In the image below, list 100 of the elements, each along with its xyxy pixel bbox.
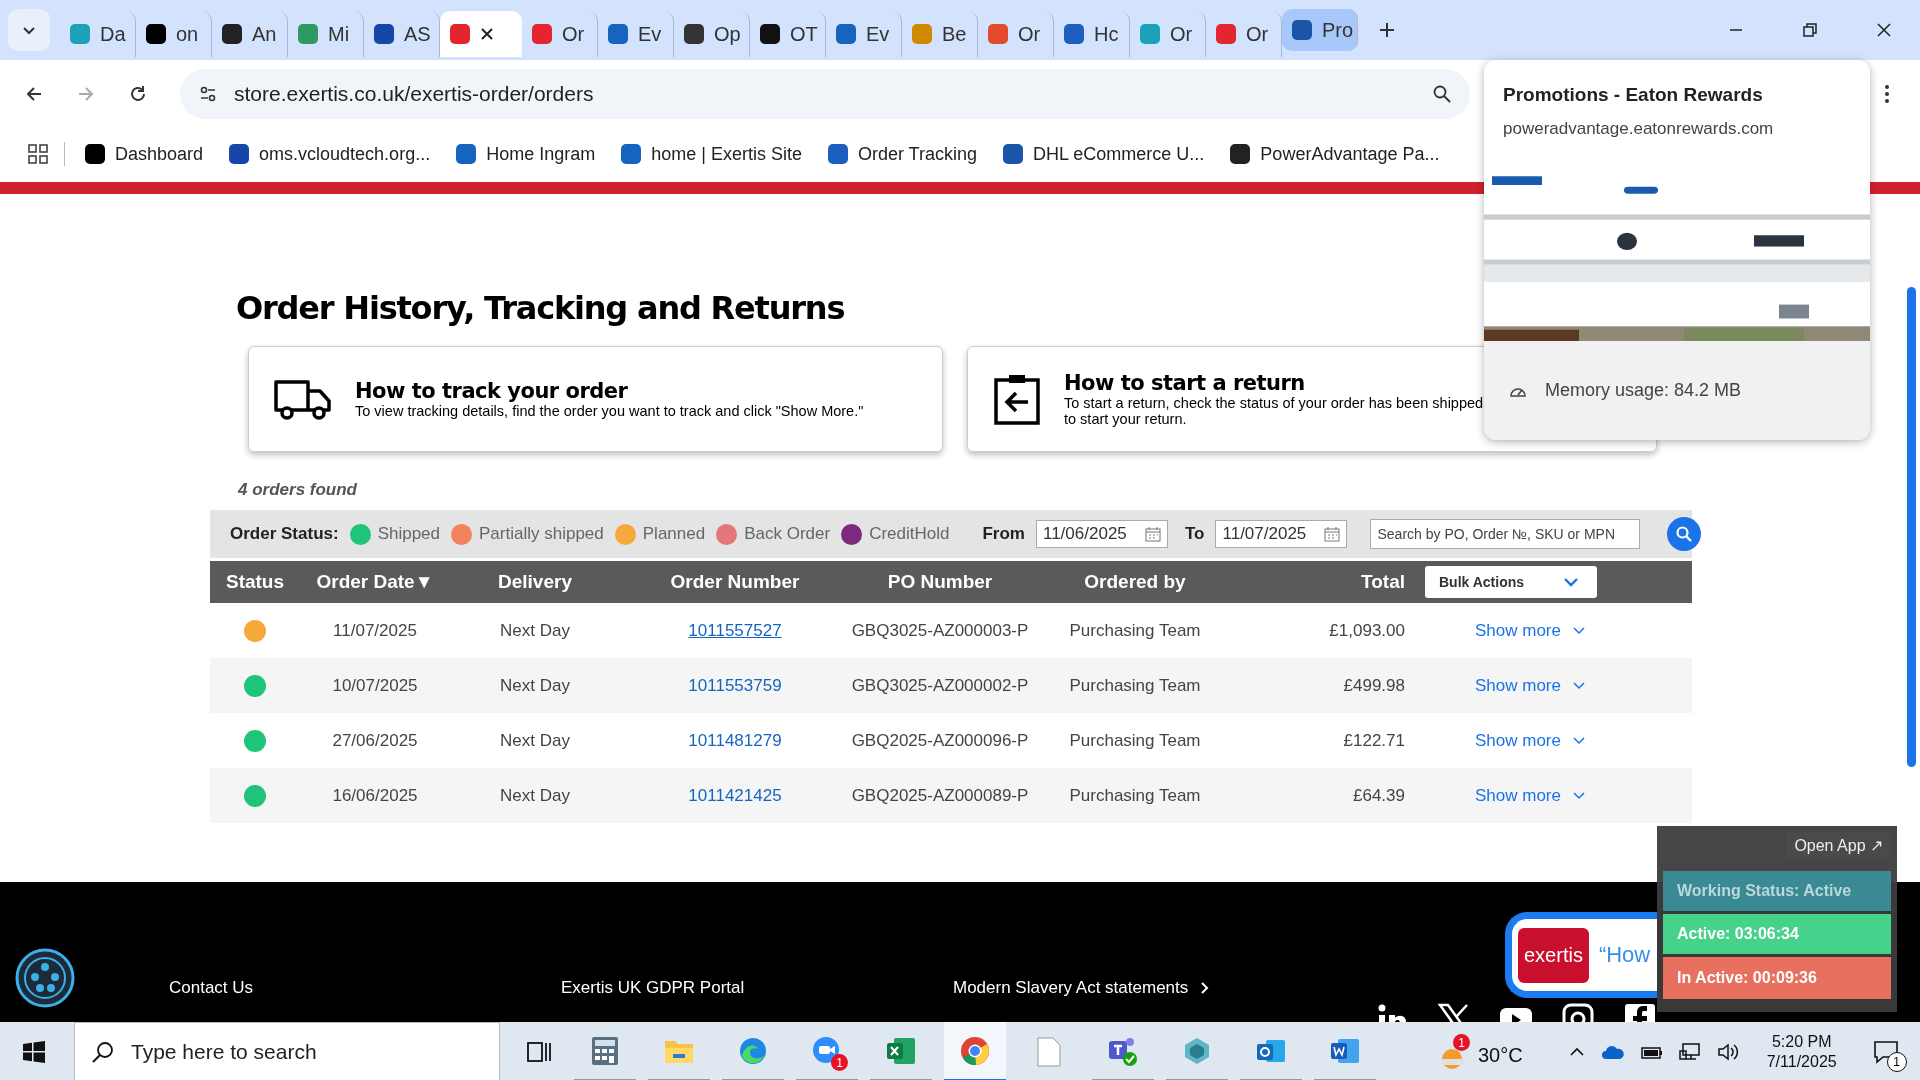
browser-tab[interactable]: Da <box>60 11 136 57</box>
status-label: Order Status: <box>230 524 339 544</box>
favicon-icon <box>146 24 166 44</box>
spreadsheet-icon[interactable] <box>886 1035 916 1066</box>
legend-label: Shipped <box>377 524 441 544</box>
browser-tab[interactable]: OT <box>750 11 826 57</box>
new-tab-icon[interactable] <box>1378 21 1396 39</box>
working-status: Working Status: Active <box>1663 871 1891 911</box>
table-cell: 27/06/2025 <box>332 730 418 751</box>
address-bar[interactable]: store.exertis.co.uk/exertis-order/orders <box>180 69 1470 119</box>
browser-tab[interactable]: Pro <box>1282 9 1358 51</box>
column-header[interactable]: Order Date▼ <box>316 571 434 593</box>
favicon-icon <box>684 24 704 44</box>
notification-count: 1 <box>1886 1052 1907 1072</box>
bulk-actions-dropdown[interactable]: Bulk Actions <box>1425 566 1597 598</box>
table-cell: 16/06/2025 <box>332 785 418 806</box>
taskbar-clock[interactable]: 5:20 PM 7/11/2025 <box>1766 1033 1837 1071</box>
reload-icon[interactable] <box>128 84 148 104</box>
table-cell: Purchasing Team <box>1069 730 1201 751</box>
date-field[interactable]: 11/07/2025 <box>1215 520 1348 548</box>
order-link[interactable]: 1011553759 <box>688 675 782 695</box>
bookmark-link[interactable]: home | Exertis Site <box>621 143 802 165</box>
footer-link[interactable]: Contact Us <box>169 978 254 998</box>
taskbar-search-field[interactable]: Type here to search <box>74 1022 500 1080</box>
menu-icon[interactable] <box>1884 84 1890 104</box>
browser-tab[interactable]: on <box>136 11 212 57</box>
calculator-icon[interactable] <box>591 1035 619 1066</box>
bookmark-link[interactable]: oms.vcloudtech.org... <box>229 143 431 165</box>
favicon-icon <box>988 24 1008 44</box>
bookmark-link[interactable]: Dashboard <box>85 143 204 165</box>
chrome-icon[interactable] <box>960 1035 990 1066</box>
browser-tab[interactable]: Ev <box>826 11 902 57</box>
browser-tab[interactable]: Or <box>522 11 598 57</box>
search-icon[interactable] <box>1432 84 1452 104</box>
browser-tab[interactable]: Or <box>1206 11 1282 57</box>
table-cell: 11/07/2025 <box>333 620 417 641</box>
search-field[interactable]: Search by PO, Order №, SKU or MPN <box>1370 519 1641 549</box>
bookmark-link[interactable]: Order Tracking <box>827 143 977 165</box>
footer-link[interactable]: Exertis UK GDPR Portal <box>561 978 745 998</box>
calendar-icon[interactable] <box>1144 526 1161 542</box>
browser-tab[interactable]: Ev <box>598 11 674 57</box>
order-link[interactable]: 1011557527 <box>688 620 782 640</box>
date-field[interactable]: 11/06/2025 <box>1035 520 1168 548</box>
preview-domain: poweradvantage.eatonrewards.com <box>1503 119 1775 139</box>
search-button[interactable] <box>1667 517 1702 551</box>
order-link[interactable]: 1011481279 <box>688 730 782 750</box>
browser-tab[interactable]: An <box>212 11 288 57</box>
footer-link[interactable]: Modern Slavery Act statements <box>953 978 1211 998</box>
table-cell: GBQ2025-AZ000089-P <box>851 785 1029 806</box>
chat-widget[interactable]: exertis “How <box>1505 912 1657 998</box>
apps-icon[interactable] <box>28 144 48 164</box>
site-settings-icon[interactable] <box>198 84 218 104</box>
calendar-icon[interactable] <box>1324 526 1341 542</box>
show-more-link[interactable]: Show more <box>1475 675 1585 696</box>
browser-tab[interactable]: AS <box>364 11 440 57</box>
task-view-icon[interactable] <box>526 1039 552 1065</box>
accessibility-icon[interactable] <box>14 947 76 1009</box>
close-icon[interactable] <box>480 27 494 41</box>
windows-start-icon[interactable] <box>22 1040 46 1064</box>
table-cell: Next Day <box>500 620 570 641</box>
bookmark-link[interactable]: DHL eCommerce U... <box>1003 143 1205 165</box>
browser-tab[interactable]: Be <box>902 11 978 57</box>
restore-icon[interactable] <box>1802 22 1818 38</box>
bookmark-link[interactable]: PowerAdvantage Pa... <box>1230 143 1440 165</box>
favicon-icon <box>1064 24 1084 44</box>
browser-tab[interactable]: Mi <box>288 11 364 57</box>
favicon-icon <box>1140 24 1160 44</box>
table-cell: £122.71 <box>1343 730 1405 751</box>
favicon-icon <box>608 24 628 44</box>
notifications-icon[interactable] <box>1872 1040 1899 1064</box>
network-icon[interactable] <box>1678 1043 1701 1061</box>
table-cell: GBQ3025-AZ000002-P <box>851 675 1029 696</box>
show-more-link[interactable]: Show more <box>1475 785 1585 806</box>
close-icon[interactable] <box>1876 22 1892 38</box>
browser-swirl-icon[interactable] <box>738 1035 768 1066</box>
browser-tab[interactable]: Or <box>1130 11 1206 57</box>
show-more-link[interactable]: Show more <box>1475 620 1585 641</box>
chevron-down-icon <box>1573 681 1585 690</box>
card-heading: How to track your order <box>355 379 629 403</box>
open-app-button[interactable]: Open App ↗ <box>1786 832 1891 859</box>
battery-icon[interactable] <box>1640 1044 1663 1060</box>
favicon-icon <box>450 24 470 44</box>
browser-tab[interactable]: Op <box>674 11 750 57</box>
volume-icon[interactable] <box>1716 1043 1739 1061</box>
card-heading: How to start a return <box>1064 371 1306 395</box>
table-cell: Purchasing Team <box>1069 675 1201 696</box>
bookmark-link[interactable]: Home Ingram <box>456 143 596 165</box>
table-cell: £64.39 <box>1353 785 1405 806</box>
favicon-icon <box>760 24 780 44</box>
browser-tab[interactable]: Hc <box>1054 11 1130 57</box>
chat-prompt: “How <box>1598 942 1651 968</box>
table-cell: £1,093.00 <box>1329 620 1405 641</box>
show-more-link[interactable]: Show more <box>1475 730 1585 751</box>
browser-tab[interactable] <box>440 11 522 57</box>
hexagon-app-icon[interactable] <box>1182 1035 1212 1066</box>
table-cell: Purchasing Team <box>1069 620 1201 641</box>
weather-widget[interactable]: 1 30°C <box>1436 1031 1529 1073</box>
order-link[interactable]: 1011421425 <box>688 785 782 805</box>
cloud-icon[interactable] <box>1600 1044 1625 1060</box>
browser-tab[interactable]: Or <box>978 11 1054 57</box>
